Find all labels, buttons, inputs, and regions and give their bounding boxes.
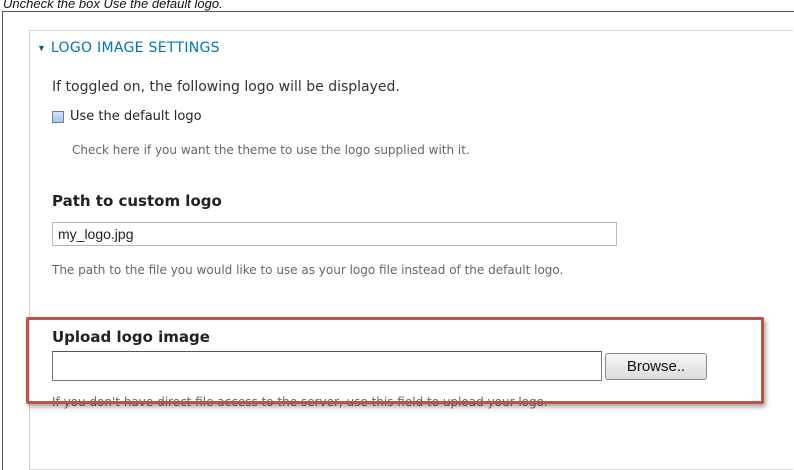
logo-path-help: The path to the file you would like to u… — [52, 263, 564, 277]
default-logo-checkbox[interactable] — [52, 111, 64, 123]
logo-settings-toggle[interactable]: ▼ LOGO IMAGE SETTINGS — [37, 39, 220, 57]
logo-path-input[interactable]: my_logo.jpg — [52, 222, 617, 246]
logo-path-title: Path to custom logo — [52, 192, 222, 210]
outer-frame-top-border — [2, 11, 794, 12]
default-logo-label: Use the default logo — [70, 109, 202, 124]
collapse-arrow-icon: ▼ — [37, 43, 46, 53]
logo-upload-help: If you don't have direct file access to … — [52, 395, 548, 409]
logo-upload-title: Upload logo image — [52, 328, 210, 346]
browse-button[interactable]: Browse.. — [605, 353, 707, 380]
fieldset-description: If toggled on, the following logo will b… — [52, 79, 400, 95]
logo-upload-file-input[interactable] — [52, 351, 602, 381]
fieldset-legend: LOGO IMAGE SETTINGS — [50, 40, 220, 56]
default-logo-checkbox-row[interactable]: Use the default logo — [52, 109, 202, 125]
default-logo-help: Check here if you want the theme to use … — [72, 143, 470, 157]
outer-frame-left-border — [2, 11, 3, 470]
